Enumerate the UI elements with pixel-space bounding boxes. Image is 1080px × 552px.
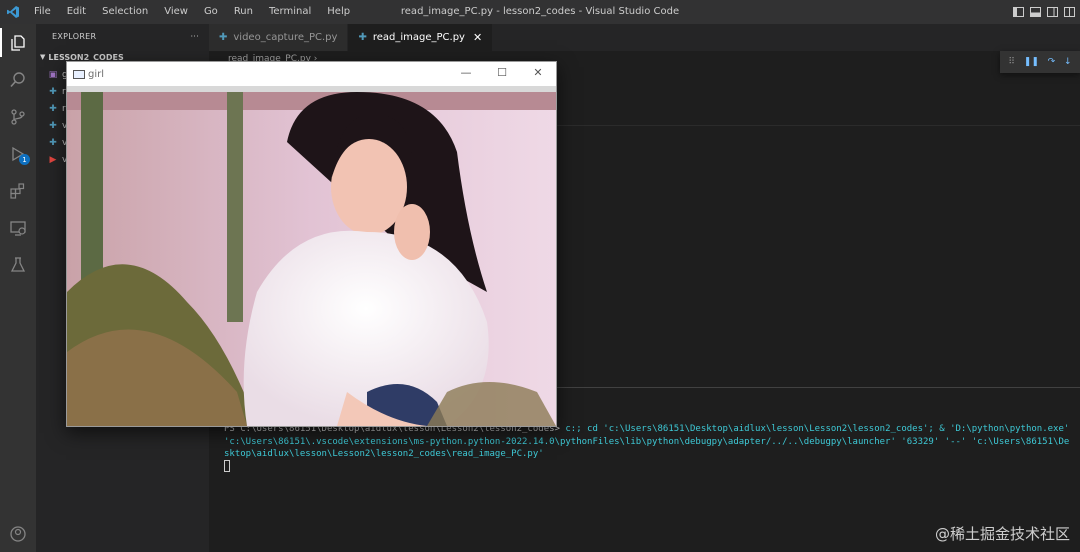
tab-label: read_image_PC.py bbox=[372, 32, 465, 43]
menu-edit[interactable]: Edit bbox=[59, 0, 94, 24]
toggle-secondary-sidebar-icon[interactable] bbox=[1045, 5, 1059, 19]
tab-read-image[interactable]: ✚ read_image_PC.py ✕ bbox=[348, 24, 494, 51]
menu-terminal[interactable]: Terminal bbox=[261, 0, 319, 24]
watermark: @稀土掘金技术社区 bbox=[934, 525, 1070, 543]
image-file-icon: ▣ bbox=[48, 69, 58, 80]
python-file-icon: ✚ bbox=[358, 32, 367, 43]
python-file-icon: ✚ bbox=[49, 120, 57, 131]
menu-file[interactable]: File bbox=[26, 0, 59, 24]
source-control-icon[interactable] bbox=[0, 98, 36, 135]
image-window-title: girl bbox=[88, 68, 105, 80]
menu-go[interactable]: Go bbox=[196, 0, 226, 24]
window-controls: — ☐ ✕ bbox=[448, 62, 556, 86]
portrait-photo bbox=[67, 92, 556, 426]
accounts-icon[interactable] bbox=[0, 515, 36, 552]
editor-tabs: ✚ video_capture_PC.py ✚ read_image_PC.py… bbox=[209, 24, 1080, 51]
tab-video-capture[interactable]: ✚ video_capture_PC.py bbox=[209, 24, 349, 51]
image-canvas bbox=[67, 92, 556, 426]
step-into-icon[interactable]: ↓ bbox=[1064, 57, 1072, 67]
minimize-button[interactable]: — bbox=[448, 62, 484, 86]
image-viewer-window: girl — ☐ ✕ bbox=[66, 61, 557, 427]
sidebar-header: EXPLORER ··· bbox=[36, 24, 209, 48]
python-file-icon: ✚ bbox=[49, 137, 57, 148]
menu-view[interactable]: View bbox=[156, 0, 196, 24]
run-debug-icon[interactable]: 1 bbox=[0, 135, 36, 172]
toggle-panel-icon[interactable] bbox=[1028, 5, 1042, 19]
layout-controls bbox=[1011, 0, 1080, 24]
pause-icon[interactable]: ❚❚ bbox=[1024, 57, 1039, 67]
drag-handle-icon[interactable]: ⠿ bbox=[1008, 57, 1015, 67]
divider bbox=[556, 125, 1080, 126]
chevron-down-icon: ▼ bbox=[40, 53, 46, 61]
activity-bar: 1 bbox=[0, 24, 36, 552]
maximize-button[interactable]: ☐ bbox=[484, 62, 520, 86]
extensions-icon[interactable] bbox=[0, 172, 36, 209]
more-actions-icon[interactable]: ··· bbox=[190, 32, 199, 41]
python-file-icon: ✚ bbox=[49, 86, 57, 97]
close-button[interactable]: ✕ bbox=[520, 62, 556, 86]
menu-selection[interactable]: Selection bbox=[94, 0, 156, 24]
explorer-icon[interactable] bbox=[0, 24, 36, 61]
terminal-cursor bbox=[224, 460, 230, 472]
title-bar: File Edit Selection View Go Run Terminal… bbox=[0, 0, 1080, 24]
vscode-logo-icon bbox=[0, 0, 26, 24]
menu-run[interactable]: Run bbox=[226, 0, 261, 24]
search-icon[interactable] bbox=[0, 61, 36, 98]
terminal-output: PS C:\Users\86151\Desktop\aidlux\lesson\… bbox=[224, 423, 1074, 461]
vscode-window: File Edit Selection View Go Run Terminal… bbox=[0, 0, 1080, 552]
toggle-primary-sidebar-icon[interactable] bbox=[1011, 5, 1025, 19]
close-icon[interactable]: ✕ bbox=[473, 31, 482, 44]
debug-badge: 1 bbox=[19, 154, 30, 165]
video-file-icon: ▶ bbox=[49, 154, 57, 165]
tab-label: video_capture_PC.py bbox=[233, 32, 338, 43]
python-file-icon: ✚ bbox=[49, 103, 57, 114]
python-file-icon: ✚ bbox=[219, 32, 228, 43]
customize-layout-icon[interactable] bbox=[1062, 5, 1076, 19]
sidebar-title: EXPLORER bbox=[52, 31, 97, 41]
debug-toolbar: ⠿ ❚❚ ↷ ↓ bbox=[1000, 51, 1080, 73]
testing-icon[interactable] bbox=[0, 246, 36, 283]
remote-explorer-icon[interactable] bbox=[0, 209, 36, 246]
menu-bar: File Edit Selection View Go Run Terminal… bbox=[26, 0, 358, 24]
menu-help[interactable]: Help bbox=[319, 0, 358, 24]
app-icon bbox=[73, 69, 85, 79]
step-over-icon[interactable]: ↷ bbox=[1048, 57, 1056, 67]
